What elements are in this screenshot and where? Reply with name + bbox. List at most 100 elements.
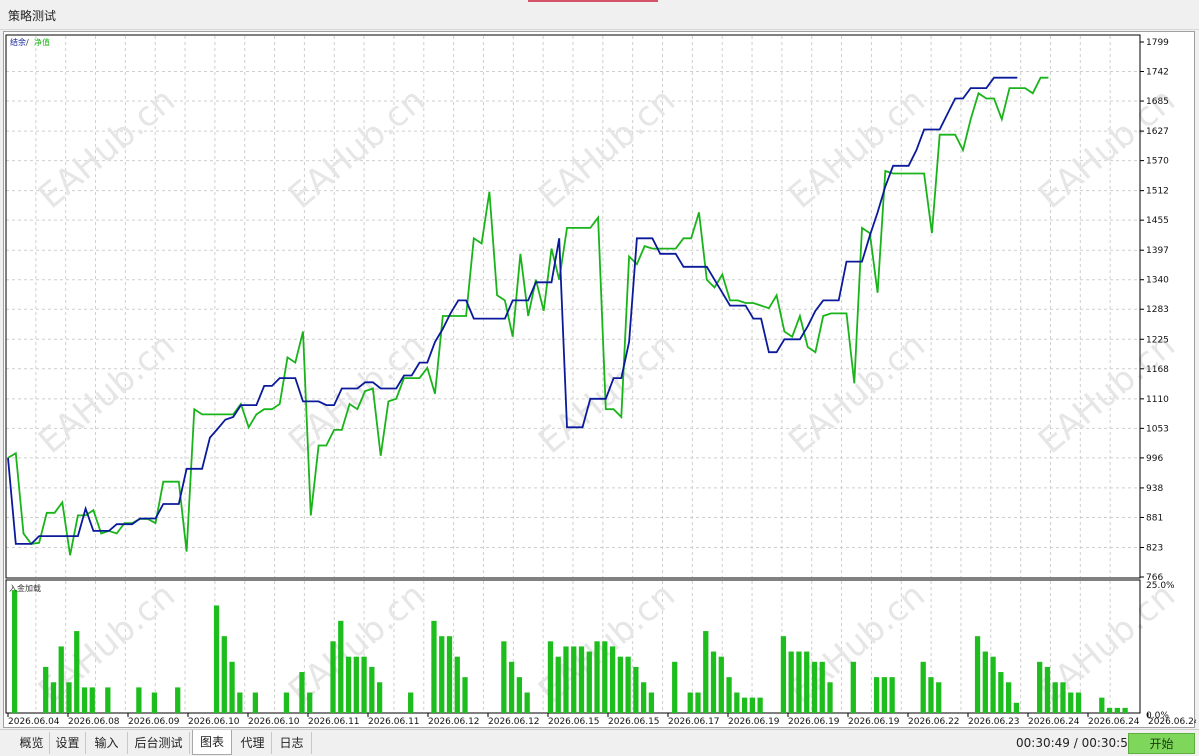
volume-bar <box>229 661 235 713</box>
volume-bar <box>454 656 460 713</box>
volume-bar <box>734 692 740 713</box>
volume-bar <box>586 651 592 713</box>
volume-bar <box>578 646 585 713</box>
volume-bar <box>439 636 445 713</box>
volume-bar <box>330 641 336 713</box>
y-tick-label: 1168 <box>1146 365 1169 375</box>
volume-bar <box>431 620 437 713</box>
watermark-text: EAHub.cn <box>781 80 933 216</box>
volume-bar <box>974 636 981 713</box>
x-tick-label: 2026.06.10 <box>188 717 240 727</box>
volume-bar <box>695 692 701 713</box>
volume-bar <box>12 590 18 713</box>
volume-bar <box>353 656 359 713</box>
elapsed-timer: 00:30:49 / 00:30:50 <box>1016 736 1136 750</box>
x-tick-label: 2026.06.24 <box>1088 717 1140 727</box>
volume-bar <box>757 697 763 713</box>
volume-bar <box>1099 697 1105 713</box>
chart-area[interactable]: EAHub.cn EAHub.cn EAHub.cn EAHub.cn EAHub.cn… <box>3 31 1199 729</box>
volume-bar <box>749 697 755 713</box>
volume-bar <box>687 692 693 713</box>
volume-bar <box>741 697 748 713</box>
volume-bar <box>446 636 453 713</box>
chart-svg[interactable]: EAHub.cn EAHub.cn EAHub.cn EAHub.cn EAHub.cn… <box>4 32 1199 729</box>
window-title: 策略测试 <box>8 9 57 23</box>
x-tick-label: 2026.06.23 <box>968 717 1020 727</box>
volume-bar <box>881 677 888 713</box>
volume-bar <box>213 605 220 713</box>
y-tick-label: 1799 <box>1146 38 1169 48</box>
volume-bar <box>625 656 631 713</box>
volume-bar <box>1052 682 1058 713</box>
tab-inputs[interactable]: 输入 <box>86 732 128 754</box>
volume-bar <box>50 682 57 713</box>
x-tick-label: 2026.06.15 <box>608 717 660 727</box>
x-tick-label: 2026.06.19 <box>848 717 900 727</box>
volume-bar <box>43 666 49 713</box>
volume-bar <box>827 682 833 713</box>
watermark-text: EAHub.cn <box>31 80 183 216</box>
volume-bar <box>369 666 375 713</box>
volume-bar <box>345 656 352 713</box>
volume-bar <box>516 677 523 713</box>
watermark-text: EAHub.cn <box>781 575 933 711</box>
x-tick-label: 2026.06.19 <box>728 717 780 727</box>
volume-bar <box>338 620 344 713</box>
x-tick-label: 2026.06.11 <box>308 717 360 727</box>
y-tick-label: 1340 <box>1146 276 1169 286</box>
y-tick-label: 1627 <box>1146 127 1169 137</box>
volume-bar <box>89 687 95 713</box>
volume-bar <box>1106 707 1113 713</box>
volume-bar <box>283 692 290 713</box>
volume-bar <box>299 672 305 713</box>
volume-bar <box>547 641 554 713</box>
watermark-text: EAHub.cn <box>31 325 183 461</box>
tab-chart[interactable]: 图表 <box>192 730 232 755</box>
tab-journal[interactable]: 日志 <box>272 732 312 754</box>
legend-sep: / <box>26 38 29 47</box>
bottom-tab-bar: 概览 设置 输入 后台测试 图表 代理 日志 00:30:49 / 00:30:… <box>0 729 1199 756</box>
volume-bar <box>718 656 724 713</box>
tab-backtest[interactable]: 后台测试 <box>128 732 190 754</box>
x-tick-label: 2026.06.24 <box>1028 717 1080 727</box>
x-tick-label: 2026.06.12 <box>428 717 480 727</box>
volume-bar <box>66 682 72 713</box>
y-tick-label: 1570 <box>1146 157 1169 167</box>
volume-bar <box>571 646 577 713</box>
volume-bar <box>221 636 227 713</box>
volume-bar <box>804 651 810 713</box>
x-tick-label: 2026.06.19 <box>788 717 840 727</box>
x-tick-label: 2026.06.08 <box>68 717 120 727</box>
tab-settings[interactable]: 设置 <box>50 732 86 754</box>
y-tick-label: 1283 <box>1146 305 1169 315</box>
volume-bar <box>555 656 561 713</box>
volume-bar <box>376 682 383 713</box>
volume-bar <box>136 687 142 713</box>
tab-agents[interactable]: 代理 <box>234 732 272 754</box>
legend-equity: 净值 <box>34 37 50 47</box>
y-tick-label: 1685 <box>1146 97 1169 107</box>
x-tick-label: 2026.06.15 <box>548 717 600 727</box>
x-axis-labels: 2026.06.04 2026.06.08 2026.06.09 2026.06.10… <box>7 713 1199 727</box>
volume-bar <box>1060 682 1066 713</box>
start-button[interactable]: 开始 <box>1128 733 1195 754</box>
volume-bar <box>594 641 600 713</box>
volume-bar <box>58 646 64 713</box>
equity-lines <box>7 76 1049 556</box>
volume-bar <box>151 692 158 713</box>
x-tick-label: 2026.06.22 <box>908 717 960 727</box>
volume-bar <box>74 631 80 713</box>
x-tick-label: 2026.06.09 <box>128 717 180 727</box>
y-tick-label: 1455 <box>1146 216 1169 226</box>
volume-bar <box>1013 702 1020 713</box>
y-tick-label: 1742 <box>1146 68 1169 78</box>
volume-bar <box>408 692 414 713</box>
volume-bar <box>237 692 243 713</box>
x-tick-label: 2026.06.24 <box>1148 717 1196 727</box>
y-tick-label: 1110 <box>1146 395 1169 405</box>
tab-overview[interactable]: 概览 <box>14 732 50 754</box>
volume-bar <box>462 677 468 713</box>
volume-bar <box>609 646 616 713</box>
volume-bar <box>1005 682 1012 713</box>
x-tick-label: 2026.06.17 <box>668 717 720 727</box>
